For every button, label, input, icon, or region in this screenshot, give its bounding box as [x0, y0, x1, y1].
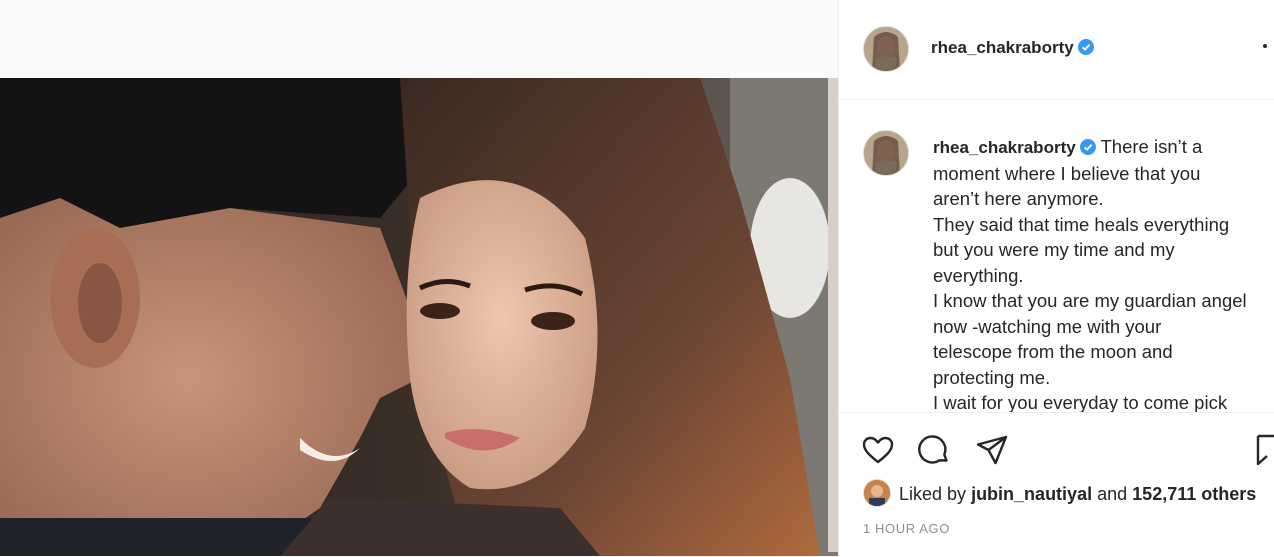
author-avatar[interactable] [863, 26, 909, 72]
heart-icon[interactable] [861, 433, 895, 467]
caption-line: I wait for you everyday to come pick [933, 392, 1228, 412]
caption-line: but you were my time and my [933, 239, 1175, 260]
caption-line: everything. [933, 264, 1024, 286]
post-side-panel: rhea_chakraborty rhea_chakraborty There … [838, 0, 1274, 557]
liker-username[interactable]: jubin_nautiyal [971, 484, 1092, 504]
caption-area: rhea_chakraborty There isn’t a moment wh… [839, 100, 1274, 412]
caption-line: aren’t here anymore. [933, 188, 1104, 209]
feed-top-area [0, 0, 838, 78]
post-photo-image [0, 78, 838, 556]
photo-edge [828, 78, 838, 552]
bookmark-icon[interactable] [1255, 433, 1274, 467]
caption-text: rhea_chakraborty There isn’t a moment wh… [933, 134, 1273, 412]
caption-line: I know that you are my guardian angel [933, 290, 1247, 311]
comment-icon[interactable] [917, 433, 951, 467]
likes-prefix: Liked by [899, 484, 967, 504]
author-username-text[interactable]: rhea_chakraborty [931, 38, 1074, 57]
caption-username[interactable]: rhea_chakraborty [933, 138, 1096, 157]
paper-plane-icon[interactable] [975, 433, 1009, 467]
likes-count[interactable]: 152,711 others [1132, 484, 1256, 504]
more-options-icon[interactable] [1263, 44, 1267, 48]
caption-line: moment where I believe that you [933, 162, 1201, 184]
caption-author-avatar[interactable] [863, 130, 909, 176]
liker-avatar[interactable] [863, 479, 891, 507]
caption-line: protecting me. [933, 366, 1051, 388]
verified-badge-icon [1079, 139, 1096, 155]
post-header: rhea_chakraborty [839, 0, 1274, 100]
caption-username-text[interactable]: rhea_chakraborty [933, 138, 1076, 157]
caption-line: They said that time heals everything [933, 213, 1230, 235]
caption-line: There isn’t a [1100, 136, 1203, 157]
caption-line: now -watching me with your [933, 315, 1162, 337]
post-actions: Liked by jubin_nautiyal and 152,711 othe… [839, 412, 1274, 557]
caption-line: telescope from the moon and [933, 341, 1173, 362]
verified-badge-icon [1077, 39, 1094, 55]
likes-and: and [1097, 484, 1128, 504]
post-timestamp[interactable]: 1 HOUR AGO [863, 521, 950, 536]
author-username[interactable]: rhea_chakraborty [931, 38, 1094, 58]
likes-summary: Liked by jubin_nautiyal and 152,711 othe… [863, 479, 1256, 507]
post-photo[interactable] [0, 78, 838, 556]
